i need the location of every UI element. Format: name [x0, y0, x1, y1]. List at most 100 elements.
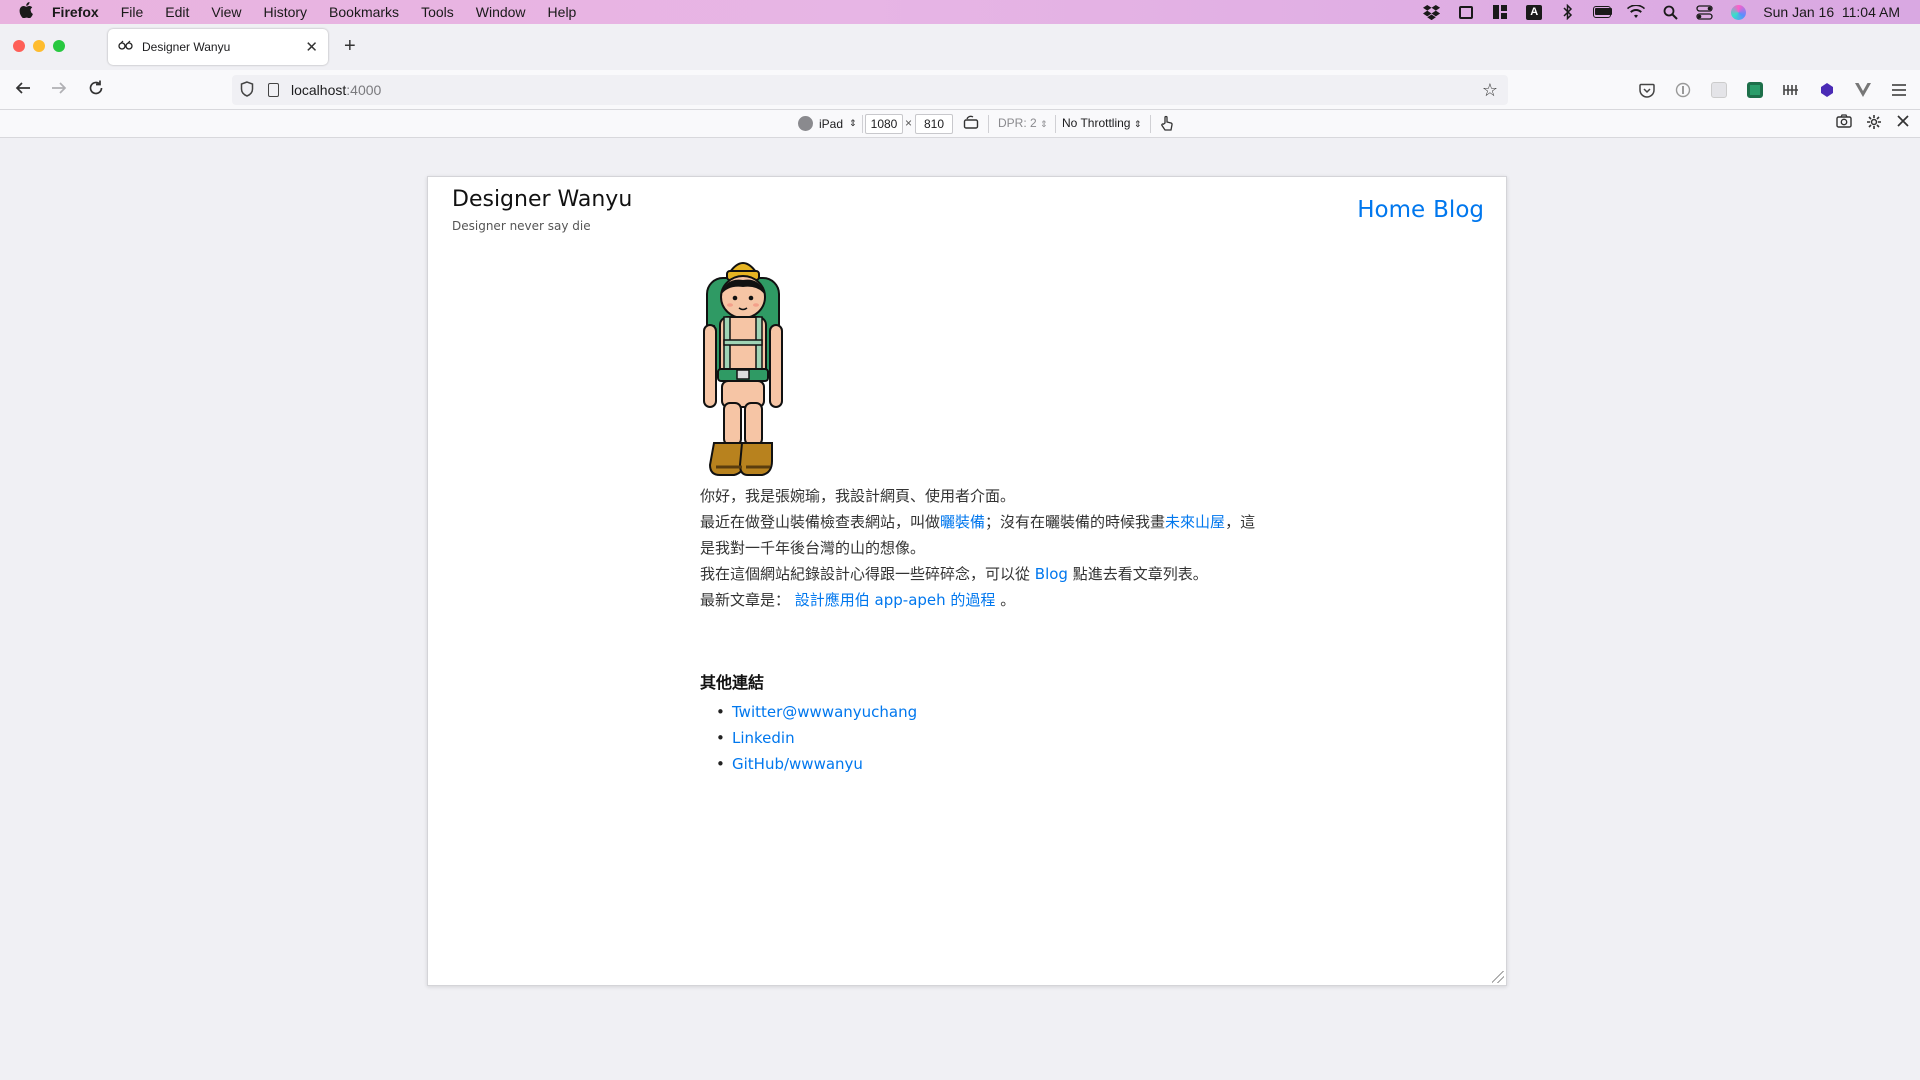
window-minimize-button[interactable]	[33, 40, 45, 52]
intro-line-2-middle: ；沒有在曬裝備的時候我畫	[985, 513, 1166, 531]
sidebar-app-icon[interactable]	[1457, 4, 1475, 20]
rotate-viewport-icon[interactable]	[963, 115, 979, 132]
menu-window[interactable]: Window	[476, 4, 526, 20]
link-blog-inline[interactable]: Blog	[1035, 565, 1068, 583]
wifi-icon[interactable]	[1627, 4, 1646, 20]
list-item: Linkedin	[700, 725, 1260, 751]
intro-line-4: 最新文章是： 設計應用伯 app-apeh 的過程 。	[700, 587, 1260, 613]
toolbar-divider	[1055, 115, 1056, 133]
site-title[interactable]: Designer Wanyu	[452, 187, 632, 212]
dpr-value: DPR: 2	[998, 116, 1037, 130]
input-source-icon[interactable]: A	[1525, 4, 1543, 20]
intro-line-3: 我在這個網站紀錄設計心得跟一些碎碎念，可以從 Blog 點進去看文章列表。	[700, 561, 1260, 587]
page-info-icon[interactable]	[268, 83, 279, 97]
browser-tab-active[interactable]: Designer Wanyu ✕	[108, 29, 328, 65]
link-linkedin[interactable]: Linkedin	[732, 729, 795, 747]
tab-title: Designer Wanyu	[142, 40, 231, 54]
menu-history[interactable]: History	[263, 4, 307, 20]
spotlight-search-icon[interactable]	[1661, 4, 1679, 20]
site-tagline: Designer never say die	[452, 219, 591, 233]
intro-line-2-prefix: 最近在做登山裝備檢查表網站，叫做	[700, 513, 941, 531]
list-item: Twitter@wwwanyuchang	[700, 699, 1260, 725]
battery-icon[interactable]	[1593, 4, 1613, 20]
navigation-toolbar: localhost:4000 ☆	[0, 70, 1920, 110]
forward-button[interactable]	[50, 79, 68, 102]
url-host: localhost	[291, 82, 347, 98]
device-selector[interactable]: iPad ⇕	[798, 116, 857, 131]
rdm-viewport-area: Designer Wanyu Designer never say die Ho…	[0, 138, 1920, 1080]
back-button[interactable]	[14, 79, 32, 102]
reload-button[interactable]	[87, 79, 105, 102]
menu-tools[interactable]: Tools	[421, 4, 454, 20]
main-content: 你好，我是張婉瑜，我設計網頁、使用者介面。 最近在做登山裝備檢查表網站，叫做曬裝…	[700, 253, 1260, 777]
toolbar-divider	[862, 115, 863, 133]
link-shaizhuangbei[interactable]: 曬裝備	[940, 513, 985, 531]
intro-line-2: 最近在做登山裝備檢查表網站，叫做曬裝備；沒有在曬裝備的時候我畫未來山屋，這是我對…	[700, 509, 1260, 561]
toolbar-divider	[988, 115, 989, 133]
control-center-icon[interactable]	[1695, 4, 1713, 20]
address-bar[interactable]: localhost:4000 ☆	[232, 75, 1508, 105]
pocket-icon[interactable]	[1638, 81, 1656, 99]
password-manager-icon[interactable]	[1674, 81, 1692, 99]
list-item: GitHub/wwwanyu	[700, 751, 1260, 777]
viewport-resize-handle[interactable]	[1492, 971, 1504, 983]
nav-link-home[interactable]: Home	[1357, 197, 1425, 223]
menu-app-firefox[interactable]: Firefox	[52, 4, 99, 20]
responsive-design-toolbar: iPad ⇕ 1080 × 810 DPR: 2 ⇕ No Throttling…	[0, 110, 1920, 138]
toolbar-extensions	[1638, 81, 1908, 99]
toolbar-divider	[1150, 115, 1151, 133]
link-twitter[interactable]: Twitter@wwwanyuchang	[732, 703, 917, 721]
viewport-width-input[interactable]: 1080	[865, 114, 903, 134]
link-github[interactable]: GitHub/wwwanyu	[732, 755, 863, 773]
menu-edit[interactable]: Edit	[165, 4, 189, 20]
purple-hexagon-extension-icon[interactable]	[1818, 81, 1836, 99]
rdm-right-tools	[1836, 114, 1910, 134]
device-type-icon	[798, 116, 813, 131]
nav-link-blog[interactable]: Blog	[1433, 197, 1484, 223]
site-nav: Home Blog	[1357, 197, 1484, 223]
window-close-button[interactable]	[13, 40, 25, 52]
other-links-heading: 其他連結	[700, 673, 765, 692]
intro-line-4-prefix: 最新文章是：	[700, 591, 795, 609]
new-tab-button[interactable]: +	[344, 35, 356, 58]
url-port: :4000	[346, 82, 382, 98]
network-throttling-selector[interactable]: No Throttling ⇕	[1062, 116, 1141, 130]
touch-simulation-icon[interactable]	[1160, 115, 1174, 134]
ruler-extension-icon[interactable]	[1782, 81, 1800, 99]
macos-menu-bar: Firefox File Edit View History Bookmarks…	[0, 0, 1920, 24]
menu-bookmarks[interactable]: Bookmarks	[329, 4, 399, 20]
bluetooth-icon[interactable]	[1559, 4, 1577, 20]
extension-grid-icon[interactable]	[1710, 81, 1728, 99]
site-favicon-icon	[118, 40, 134, 55]
dimension-separator: ×	[905, 116, 913, 130]
menubar-clock[interactable]: Sun Jan 16 11:04 AM	[1763, 4, 1900, 20]
link-latest-post[interactable]: 設計應用伯 app-apeh 的過程	[795, 591, 996, 609]
dpr-selector[interactable]: DPR: 2 ⇕	[998, 116, 1048, 130]
layout-app-icon[interactable]	[1491, 4, 1509, 20]
intro-line-1: 你好，我是張婉瑜，我設計網頁、使用者介面。	[700, 487, 1016, 505]
bookmark-star-icon[interactable]: ☆	[1482, 80, 1498, 101]
tracking-protection-shield-icon[interactable]	[240, 80, 258, 100]
intro-line-3-prefix: 我在這個網站紀錄設計心得跟一些碎碎念，可以從	[700, 565, 1035, 583]
tab-close-icon[interactable]: ✕	[305, 38, 318, 56]
viewport-height-input[interactable]: 810	[915, 114, 953, 134]
intro-line-3-suffix: 點進去看文章列表。	[1067, 565, 1208, 583]
window-maximize-button[interactable]	[53, 40, 65, 52]
vue-devtools-icon[interactable]	[1854, 81, 1872, 99]
hamburger-menu-icon[interactable]	[1890, 81, 1908, 99]
dropbox-icon[interactable]	[1423, 4, 1441, 20]
screenshot-camera-icon[interactable]	[1836, 114, 1852, 134]
intro-line-4-suffix: 。	[995, 591, 1016, 609]
menu-help[interactable]: Help	[548, 4, 577, 20]
siri-icon[interactable]	[1729, 4, 1747, 20]
screenshot-extension-icon[interactable]	[1746, 81, 1764, 99]
link-future-mountain-hut[interactable]: 未來山屋	[1165, 513, 1225, 531]
menu-view[interactable]: View	[211, 4, 241, 20]
hiker-illustration	[703, 262, 783, 476]
apple-menu-icon[interactable]	[0, 2, 52, 22]
menu-file[interactable]: File	[121, 4, 144, 20]
tab-bar: Designer Wanyu ✕ +	[0, 24, 1920, 70]
device-viewport: Designer Wanyu Designer never say die Ho…	[427, 176, 1507, 986]
settings-gear-icon[interactable]	[1866, 114, 1882, 134]
close-rdm-icon[interactable]	[1896, 114, 1910, 134]
